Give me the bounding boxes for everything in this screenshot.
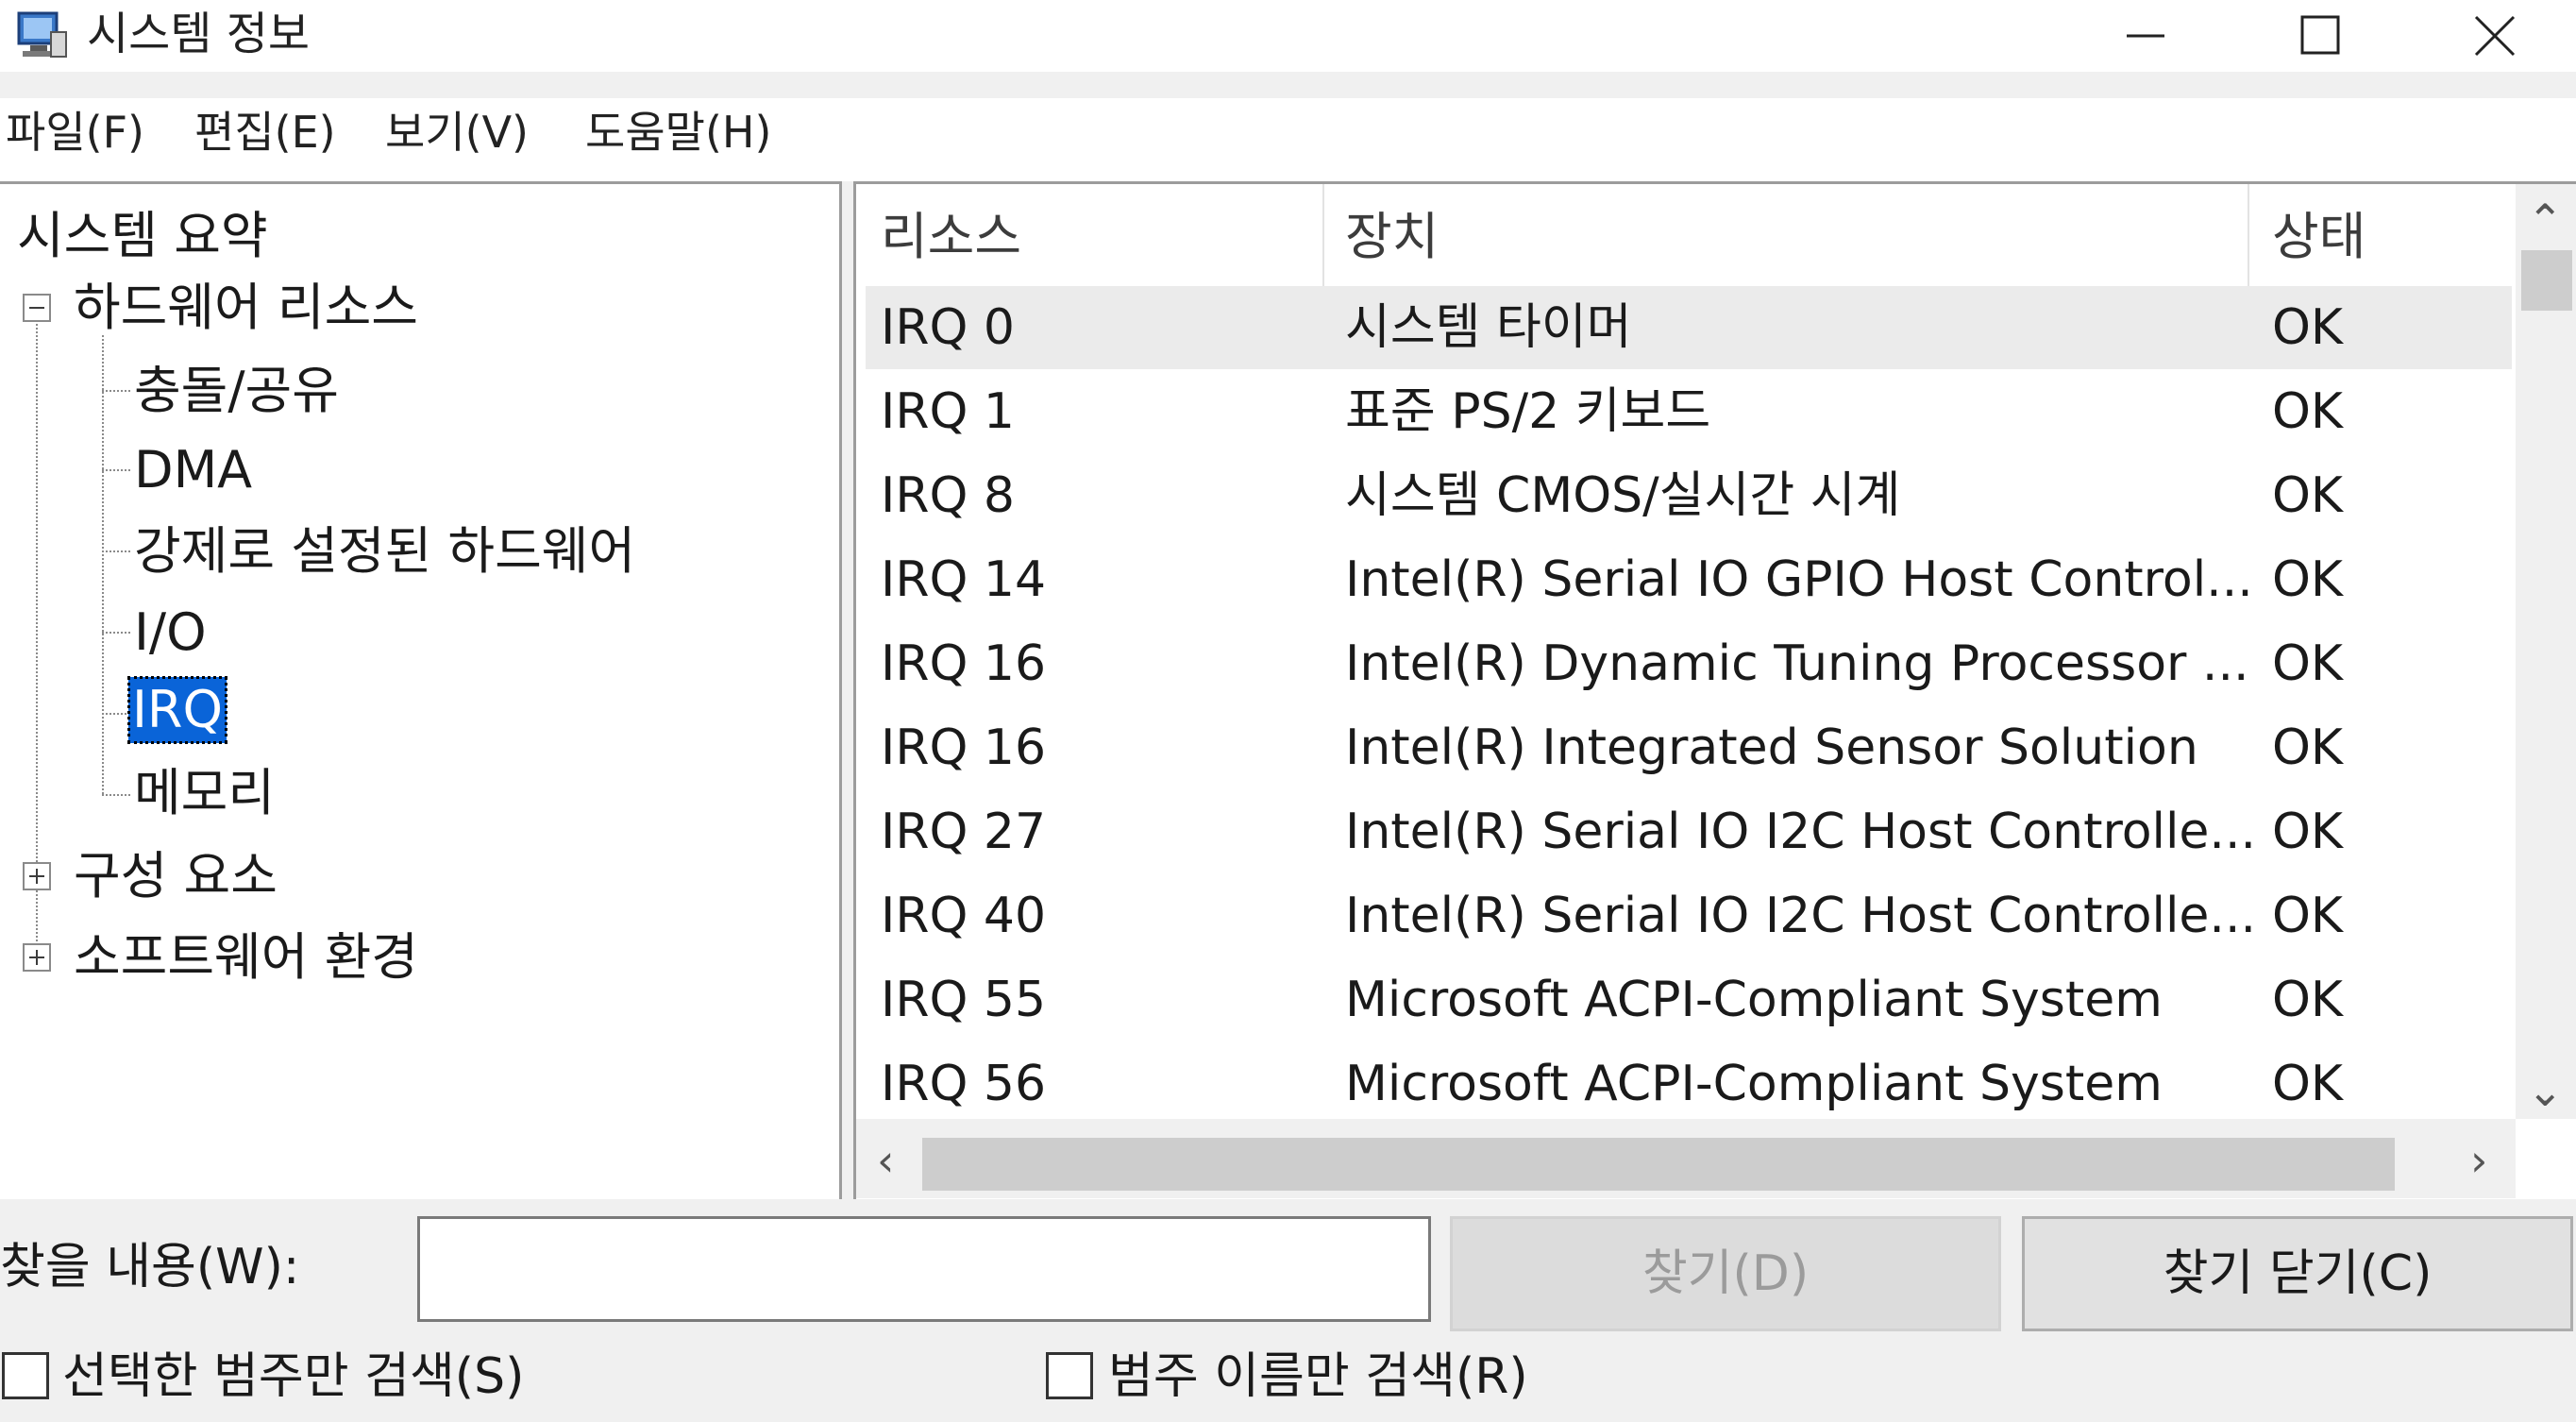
tree-collapse-icon[interactable]: [23, 294, 51, 322]
tree-connector: [102, 390, 130, 392]
vertical-scrollbar[interactable]: [2516, 184, 2576, 1119]
cell-status: OK: [2272, 1056, 2344, 1112]
table-row[interactable]: IRQ 1 표준 PS/2 키보드 OK: [866, 370, 2512, 453]
cell-device: 시스템 타이머: [1345, 299, 1632, 356]
table-row[interactable]: IRQ 55 Microsoft ACPI-Compliant System O…: [866, 958, 2512, 1041]
table-row[interactable]: IRQ 16 Intel(R) Dynamic Tuning Processor…: [866, 622, 2512, 705]
tree-item-system-summary[interactable]: 시스템 요약: [17, 203, 268, 269]
title-bar: 시스템 정보: [0, 0, 2576, 72]
menu-view[interactable]: 보기(V): [385, 98, 529, 166]
cell-status: OK: [2272, 719, 2344, 776]
cell-status: OK: [2272, 467, 2344, 524]
vertical-scroll-thumb[interactable]: [2521, 250, 2572, 311]
tree-item-io[interactable]: I/O: [134, 600, 207, 666]
cell-status: OK: [2272, 888, 2344, 944]
cell-resource: IRQ 55: [881, 972, 1047, 1028]
column-separator[interactable]: [1322, 184, 1324, 290]
menu-file[interactable]: 파일(F): [6, 98, 144, 166]
cell-device: Intel(R) Serial IO GPIO Host Control...: [1345, 551, 2253, 608]
maximize-button[interactable]: [2231, 0, 2400, 72]
scroll-left-icon[interactable]: ‹: [877, 1132, 894, 1189]
tree-item-software-environment[interactable]: 소프트웨어 환경: [74, 924, 418, 990]
cell-status: OK: [2272, 383, 2344, 440]
tree-item-components[interactable]: 구성 요소: [74, 843, 278, 909]
table-row[interactable]: IRQ 40 Intel(R) Serial IO I2C Host Contr…: [866, 874, 2512, 957]
cell-device: Microsoft ACPI-Compliant System: [1345, 1056, 2163, 1112]
menu-edit[interactable]: 편집(E): [194, 98, 336, 166]
tree-item-memory[interactable]: 메모리: [134, 760, 275, 826]
cell-device: 시스템 CMOS/실시간 시계: [1345, 467, 1901, 524]
tree-item-hardware-resources[interactable]: 하드웨어 리소스: [74, 275, 418, 341]
cell-resource: IRQ 1: [881, 383, 1016, 440]
tree-item-irq[interactable]: IRQ: [127, 676, 227, 744]
table-row[interactable]: IRQ 8 시스템 CMOS/실시간 시계 OK: [866, 454, 2512, 537]
close-find-button[interactable]: 찾기 닫기(C): [2022, 1216, 2573, 1331]
cell-resource: IRQ 27: [881, 804, 1047, 860]
minimize-button[interactable]: [2055, 0, 2225, 72]
tree-connector: [102, 335, 104, 794]
table-row[interactable]: IRQ 56 Microsoft ACPI-Compliant System O…: [866, 1042, 2512, 1126]
cell-resource: IRQ 8: [881, 467, 1016, 524]
tree-connector: [102, 469, 130, 471]
system-info-app-icon: [17, 11, 67, 58]
cell-status: OK: [2272, 551, 2344, 608]
cell-status: OK: [2272, 299, 2344, 356]
search-category-names-label[interactable]: 범주 이름만 검색(R): [1108, 1341, 1528, 1413]
cell-device: 표준 PS/2 키보드: [1345, 383, 1711, 440]
cell-resource: IRQ 0: [881, 299, 1016, 356]
cell-resource: IRQ 56: [881, 1056, 1047, 1112]
tree-expand-icon[interactable]: [23, 943, 51, 972]
close-button[interactable]: [2406, 0, 2576, 72]
tree-item-forced-hardware[interactable]: 강제로 설정된 하드웨어: [134, 518, 635, 584]
category-tree[interactable]: 시스템 요약 하드웨어 리소스 충돌/공유 DMA 강제로 설정된 하드웨어 I…: [0, 181, 842, 1199]
scroll-down-icon[interactable]: ⌄: [2527, 1062, 2564, 1119]
menu-bar-spacer: [0, 166, 2576, 181]
tree-item-conflicts[interactable]: 충돌/공유: [134, 358, 339, 424]
table-row[interactable]: IRQ 16 Intel(R) Integrated Sensor Soluti…: [866, 706, 2512, 789]
table-row[interactable]: IRQ 0 시스템 타이머 OK: [866, 286, 2512, 369]
cell-device: Intel(R) Integrated Sensor Solution: [1345, 719, 2198, 776]
cell-status: OK: [2272, 804, 2344, 860]
cell-device: Intel(R) Serial IO I2C Host Controlle...: [1345, 804, 2256, 860]
horizontal-scroll-thumb[interactable]: [922, 1138, 2395, 1191]
tree-expand-icon[interactable]: [23, 862, 51, 890]
cell-resource: IRQ 16: [881, 719, 1047, 776]
cell-device: Intel(R) Dynamic Tuning Processor ...: [1345, 635, 2249, 692]
tree-item-dma[interactable]: DMA: [134, 437, 252, 503]
menu-bar: 파일(F) 편집(E) 보기(V) 도움말(H): [0, 98, 2576, 166]
cell-status: OK: [2272, 972, 2344, 1028]
scroll-right-icon[interactable]: ›: [2470, 1132, 2487, 1189]
close-icon: [2474, 15, 2516, 57]
table-row[interactable]: IRQ 14 Intel(R) Serial IO GPIO Host Cont…: [866, 538, 2512, 621]
search-category-names-checkbox[interactable]: [1046, 1352, 1093, 1399]
cell-status: OK: [2272, 635, 2344, 692]
cell-resource: IRQ 40: [881, 888, 1047, 944]
tree-connector: [102, 794, 130, 796]
column-header-status[interactable]: 상태: [2272, 184, 2366, 290]
details-list[interactable]: 리소스 장치 상태 IRQ 0 시스템 타이머 OK IRQ 1 표준 PS/2…: [853, 181, 2576, 1199]
find-label: 찾을 내용(W):: [0, 1239, 300, 1295]
minimize-icon: [2127, 34, 2164, 38]
column-header-resource[interactable]: 리소스: [881, 184, 1021, 290]
find-button[interactable]: 찾기(D): [1450, 1216, 2001, 1331]
maximize-icon: [2300, 15, 2340, 55]
search-selected-category-label[interactable]: 선택한 범주만 검색(S): [62, 1341, 524, 1413]
menu-help[interactable]: 도움말(H): [585, 98, 771, 166]
scroll-up-icon[interactable]: ⌃: [2527, 192, 2564, 248]
cell-resource: IRQ 14: [881, 551, 1047, 608]
cell-resource: IRQ 16: [881, 635, 1047, 692]
column-header-device[interactable]: 장치: [1345, 184, 1439, 290]
cell-device: Microsoft ACPI-Compliant System: [1345, 972, 2163, 1028]
cell-device: Intel(R) Serial IO I2C Host Controlle...: [1345, 888, 2256, 944]
column-separator[interactable]: [2248, 184, 2249, 290]
tree-connector: [102, 550, 130, 552]
search-selected-category-checkbox[interactable]: [2, 1352, 49, 1399]
window-title: 시스템 정보: [87, 8, 311, 60]
tree-connector: [102, 713, 130, 715]
tree-connector: [102, 632, 130, 634]
find-input[interactable]: [417, 1216, 1431, 1322]
table-row[interactable]: IRQ 27 Intel(R) Serial IO I2C Host Contr…: [866, 790, 2512, 873]
